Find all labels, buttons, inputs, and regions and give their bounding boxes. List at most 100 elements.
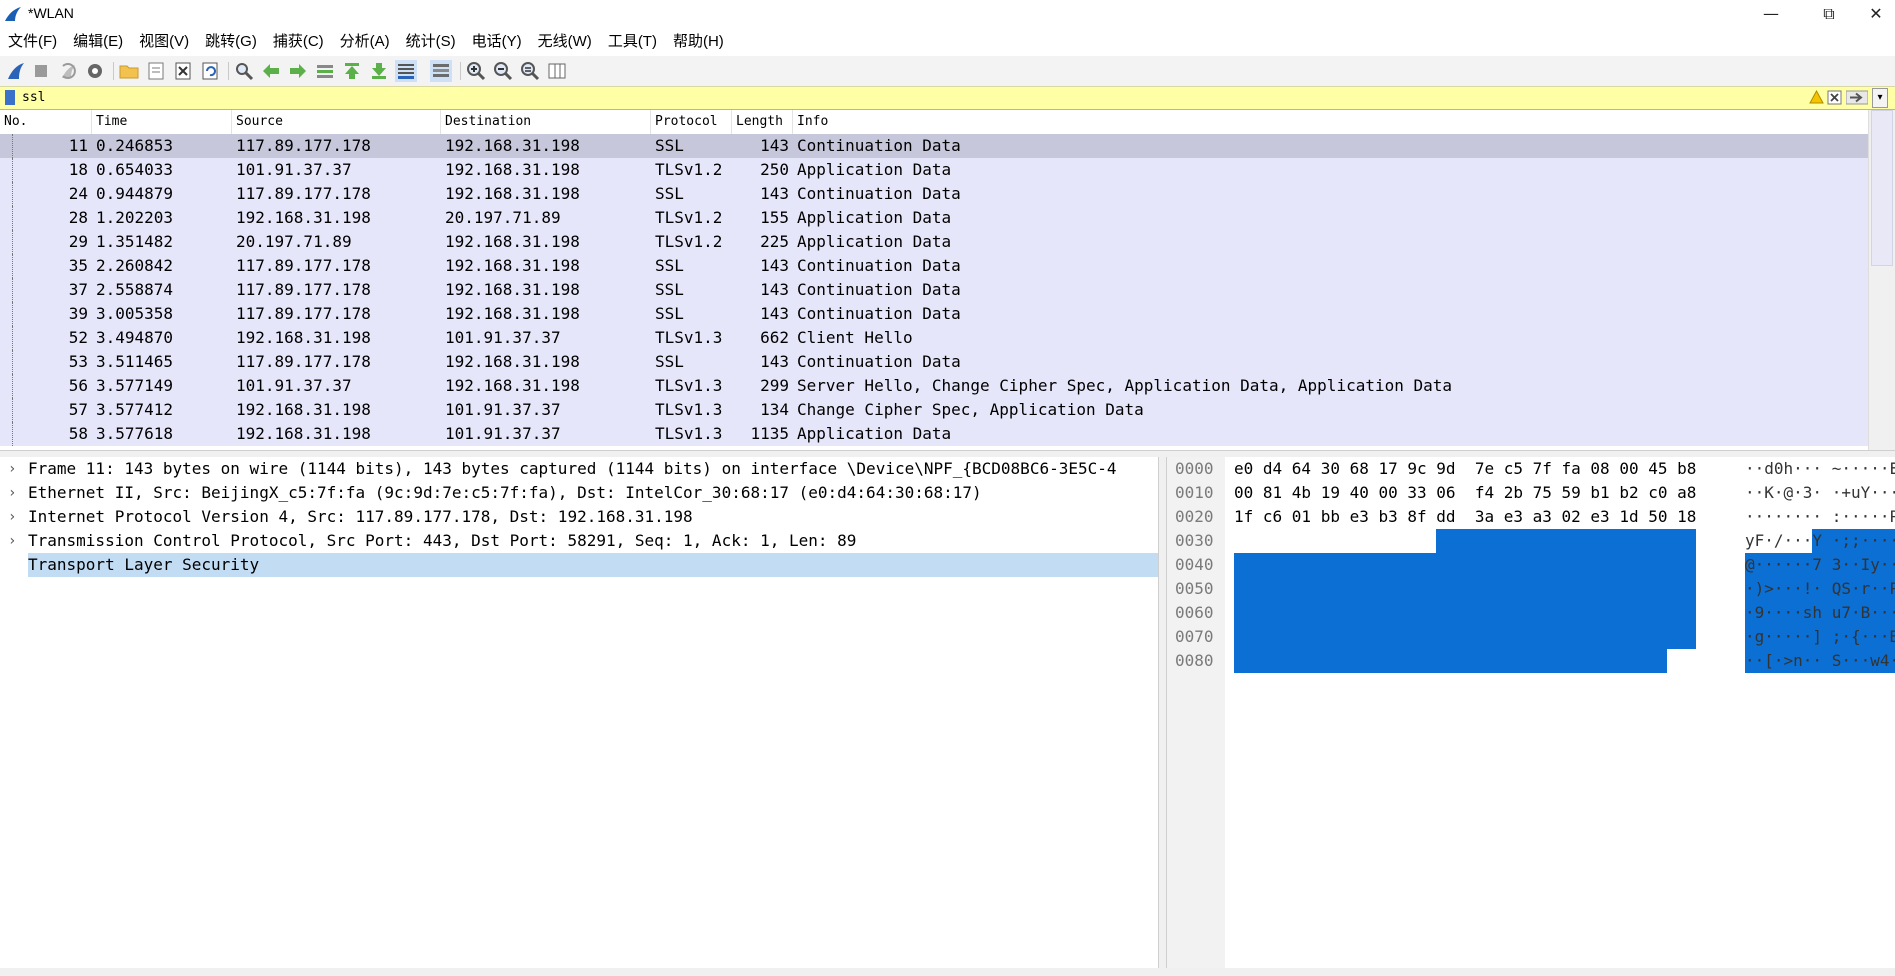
open-file-icon[interactable] (118, 60, 140, 82)
menu-statistics[interactable]: 统计(S) (398, 29, 464, 55)
first-packet-icon[interactable] (341, 60, 363, 82)
packet-row[interactable]: 18 0.654033 101.91.37.37 192.168.31.198 TLSv… (0, 158, 1868, 182)
menu-tools[interactable]: 工具(T) (600, 29, 665, 55)
go-back-icon[interactable] (260, 60, 282, 82)
column-protocol[interactable]: Protocol (651, 110, 732, 134)
ascii-bytes[interactable]: ··d0h··· ~·····E· (1745, 457, 1895, 481)
bookmark-icon[interactable] (5, 90, 15, 105)
packet-row[interactable]: 58 3.577618 192.168.31.198 101.91.37.37 TLSv… (0, 422, 1868, 446)
column-length[interactable]: Length (732, 110, 793, 134)
bytes-row[interactable]: 0040 40 1e 0b 00 00 00 a4 37 33 8e 1d 49 … (1167, 553, 1895, 577)
ascii-bytes[interactable]: yF·/···Y ·;;····· (1745, 529, 1895, 553)
clear-filter-icon[interactable] (1827, 90, 1842, 105)
bytes-row[interactable]: 0000 e0 d4 64 30 68 17 9c 9d 7e c5 7f fa … (1167, 457, 1895, 481)
bytes-row[interactable]: 0080 d6 04 5b 1d 3e 6e e3 ed 53 96 f3 f0 … (1167, 649, 1895, 673)
menu-go[interactable]: 跳转(G) (197, 29, 265, 55)
detail-tree-item[interactable]: › Ethernet II, Src: BeijingX_c5:7f:fa (9c… (0, 481, 1158, 505)
detail-tree-item[interactable]: › Internet Protocol Version 4, Src: 117.8… (0, 505, 1158, 529)
hex-bytes[interactable]: f7 29 3e 01 14 b2 21 85 51 53 99 72 ae 0… (1234, 577, 1696, 601)
ascii-bytes[interactable]: ·9····sh u7·B···V (1745, 601, 1895, 625)
bytes-row[interactable]: 0070 1c 67 ec a1 96 fa d8 5d 3b 7f 7b 8e … (1167, 625, 1895, 649)
packet-row[interactable]: 39 3.005358 117.89.177.178 192.168.31.198 SS… (0, 302, 1868, 326)
go-forward-icon[interactable] (287, 60, 309, 82)
packet-row[interactable]: 35 2.260842 117.89.177.178 192.168.31.198 SS… (0, 254, 1868, 278)
column-no[interactable]: No. (0, 110, 92, 134)
hex-bytes[interactable]: e0 d4 64 30 68 17 9c 9d 7e c5 7f fa 08 0… (1234, 457, 1696, 481)
resize-columns-icon[interactable] (546, 60, 568, 82)
apply-filter-icon[interactable] (1846, 90, 1868, 105)
packet-row[interactable]: 37 2.558874 117.89.177.178 192.168.31.198 SS… (0, 278, 1868, 302)
menu-file[interactable]: 文件(F) (0, 29, 65, 55)
reload-file-icon[interactable] (199, 60, 221, 82)
bytes-row[interactable]: 0030 79 46 8e 2f 00 00 00 59 02 3b 3b 00 … (1167, 529, 1895, 553)
expand-arrow-icon[interactable]: › (8, 505, 16, 529)
menu-view[interactable]: 视图(V) (131, 29, 197, 55)
expand-arrow-icon[interactable]: › (8, 529, 16, 553)
vertical-splitter[interactable] (1159, 457, 1167, 976)
colorize-icon[interactable] (430, 60, 452, 82)
ascii-bytes[interactable]: ··[·>n·· S···w4· (1745, 649, 1895, 673)
column-destination[interactable]: Destination (441, 110, 651, 134)
bytes-row[interactable]: 0050 f7 29 3e 01 14 b2 21 85 51 53 99 72 … (1167, 577, 1895, 601)
menu-wireless[interactable]: 无线(W) (530, 29, 600, 55)
detail-tree-item[interactable]: › Frame 11: 143 bytes on wire (1144 bits)… (0, 457, 1158, 481)
ascii-bytes[interactable]: @······7 3··Iy··· (1745, 553, 1895, 577)
start-capture-icon[interactable] (5, 60, 27, 82)
restart-capture-icon[interactable] (57, 60, 79, 82)
hex-bytes[interactable]: 40 1e 0b 00 00 00 a4 37 33 8e 1d 49 79 c… (1234, 553, 1696, 577)
hex-bytes[interactable]: 1f c6 01 bb e3 b3 8f dd 3a e3 a3 02 e3 1… (1234, 505, 1696, 529)
scrollbar-thumb[interactable] (1871, 110, 1893, 266)
ascii-bytes[interactable]: ·)>···!· QS·r··P` (1745, 577, 1895, 601)
capture-options-icon[interactable] (84, 60, 106, 82)
find-packet-icon[interactable] (233, 60, 255, 82)
last-packet-icon[interactable] (368, 60, 390, 82)
hex-bytes[interactable]: d6 04 5b 1d 3e 6e e3 ed 53 96 f3 f0 77 3… (1234, 649, 1667, 673)
hex-bytes[interactable]: 05 39 c0 a2 0a 83 73 68 75 37 ef 42 a4 d… (1234, 601, 1696, 625)
ascii-bytes[interactable]: ········ :·····P· (1745, 505, 1895, 529)
detail-tree-item[interactable]: Transport Layer Security (0, 553, 1158, 577)
packet-list-scrollbar[interactable] (1868, 110, 1895, 450)
menu-analyze[interactable]: 分析(A) (332, 29, 398, 55)
autoscroll-icon[interactable] (395, 60, 417, 82)
bytes-row[interactable]: 0020 1f c6 01 bb e3 b3 8f dd 3a e3 a3 02 … (1167, 505, 1895, 529)
packet-row[interactable]: 56 3.577149 101.91.37.37 192.168.31.198 TLSv… (0, 374, 1868, 398)
display-filter-input[interactable] (22, 88, 1802, 106)
restore-button[interactable]: ⧉ (1806, 0, 1852, 28)
expand-arrow-icon[interactable]: › (8, 457, 16, 481)
column-info[interactable]: Info (793, 110, 1868, 134)
bytes-row[interactable]: 0010 00 81 4b 19 40 00 33 06 f4 2b 75 59 … (1167, 481, 1895, 505)
expand-arrow-icon[interactable]: › (8, 481, 16, 505)
close-button[interactable]: ✕ (1856, 0, 1895, 28)
hex-bytes[interactable]: 00 81 4b 19 40 00 33 06 f4 2b 75 59 b1 b… (1234, 481, 1696, 505)
packet-row[interactable]: 11 0.246853 117.89.177.178 192.168.31.198 SS… (0, 134, 1868, 158)
minimize-button[interactable]: — (1748, 0, 1794, 28)
menu-edit[interactable]: 编辑(E) (65, 29, 131, 55)
filter-history-dropdown[interactable]: ▾ (1872, 88, 1888, 108)
save-file-icon[interactable] (145, 60, 167, 82)
detail-tree-item[interactable]: › Transmission Control Protocol, Src Port… (0, 529, 1158, 553)
packet-length: 225 (760, 232, 789, 251)
ascii-bytes[interactable]: ·g·····] ;·{···B· (1745, 625, 1895, 649)
hex-bytes[interactable]: 1c 67 ec a1 96 fa d8 5d 3b 7f 7b 8e 1f 0… (1234, 625, 1696, 649)
packet-row[interactable]: 57 3.577412 192.168.31.198 101.91.37.37 TLSv… (0, 398, 1868, 422)
hex-bytes[interactable]: 79 46 8e 2f 00 00 00 59 02 3b 3b 00 81 0… (1234, 529, 1696, 553)
ascii-bytes[interactable]: ··K·@·3· ·+uY···· (1745, 481, 1895, 505)
packet-row[interactable]: 52 3.494870 192.168.31.198 101.91.37.37 TLSv… (0, 326, 1868, 350)
zoom-out-icon[interactable] (492, 60, 514, 82)
close-file-icon[interactable] (172, 60, 194, 82)
stop-capture-icon[interactable] (30, 60, 52, 82)
normal-size-icon[interactable] (519, 60, 541, 82)
bytes-row[interactable]: 0060 05 39 c0 a2 0a 83 73 68 75 37 ef 42 … (1167, 601, 1895, 625)
go-to-packet-icon[interactable] (314, 60, 336, 82)
column-time[interactable]: Time (92, 110, 232, 134)
column-source[interactable]: Source (232, 110, 441, 134)
packet-row[interactable]: 28 1.202203 192.168.31.198 20.197.71.89 TLSv… (0, 206, 1868, 230)
packet-row[interactable]: 53 3.511465 117.89.177.178 192.168.31.198 SS… (0, 350, 1868, 374)
packet-row[interactable]: 29 1.351482 20.197.71.89 192.168.31.198 TLSv… (0, 230, 1868, 254)
packet-row[interactable]: 24 0.944879 117.89.177.178 192.168.31.198 SS… (0, 182, 1868, 206)
menu-telephony[interactable]: 电话(Y) (464, 29, 530, 55)
menu-capture[interactable]: 捕获(C) (265, 29, 332, 55)
menu-help[interactable]: 帮助(H) (665, 29, 732, 55)
menu-bar: 文件(F) 编辑(E) 视图(V) 跳转(G) 捕获(C) 分析(A) 统计(S) 电话(Y)… (0, 29, 1895, 55)
zoom-in-icon[interactable] (465, 60, 487, 82)
